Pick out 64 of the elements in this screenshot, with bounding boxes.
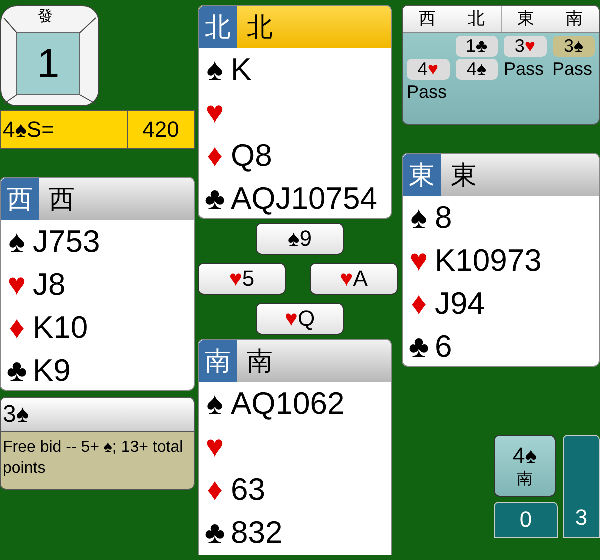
played-card: ♠9 [256,223,344,255]
auction-bid: 3♠ [552,36,595,57]
suit-symbol: ♥ [408,242,430,278]
score-tile: 0 [494,502,558,538]
suit-symbol: ♣ [204,514,226,550]
seat-badge: 西 [1,178,39,220]
played-card: ♥A [310,263,398,295]
card-list[interactable]: 8 [435,200,452,236]
auction-pass: Pass [406,82,448,103]
card-list[interactable]: K10973 [435,242,542,278]
card-list[interactable]: K9 [33,352,71,388]
dealer-label: 發 [38,8,53,26]
suit-symbol: ♣ [204,180,226,216]
card-list[interactable]: K [231,52,252,88]
seat-badge: 南 [199,340,237,382]
board-number: 1 [36,41,61,88]
auction-column-header: 西 [418,8,437,30]
played-card: ♥5 [198,263,286,295]
card-list[interactable]: 6 [435,328,452,364]
suit-symbol: ♠ [410,200,428,236]
suit-symbol: ♦ [206,138,224,174]
auction-pass: Pass [503,59,546,80]
contract-score: 420 [142,116,180,144]
seat-name: 南 [246,344,273,378]
suit-symbol: ♠ [206,52,224,88]
card-list[interactable]: Q8 [231,138,272,174]
bid-explanation: Free bid -- 5+ ♠; 13+ total points [3,439,184,477]
seat-name: 東 [450,158,477,192]
card-list[interactable]: J753 [33,224,100,260]
seat-name: 北 [246,10,273,44]
card-list[interactable]: AQJ10754 [231,180,378,216]
last-bid-seat: 南 [517,468,533,490]
suit-symbol: ♠ [206,386,224,422]
seat-badge: 東 [403,154,441,196]
suit-symbol: ♥ [6,266,28,302]
suit-symbol: ♦ [206,472,224,508]
suit-symbol: ♣ [408,328,430,364]
auction-bid: 3♥ [504,36,546,57]
seat-badge: 北 [199,6,237,48]
suit-symbol: ♠ [8,224,26,260]
auction-pass: Pass [552,59,594,80]
card-list[interactable]: 63 [231,472,266,508]
auction-column-header: 北 [467,8,486,30]
suit-symbol: ♦ [410,286,428,322]
auction-bid: 4♥ [407,59,450,80]
card-list[interactable]: J8 [33,266,66,302]
last-bid: 4♠ [513,442,537,468]
played-card: ♥Q [256,303,344,335]
score-tile: 3 [563,435,600,538]
suit-symbol: ♥ [204,428,226,464]
contract-text: 4♠S= [1,111,128,148]
auction-bid: 1♣ [456,36,498,57]
card-list[interactable]: 832 [231,514,283,550]
card-list[interactable]: J94 [435,286,485,322]
auction-bid: 4♠ [456,59,498,80]
seat-name: 西 [48,182,75,216]
suit-symbol: ♦ [8,310,26,346]
card-list[interactable]: AQ1062 [231,386,345,422]
auction-column-header: 南 [565,8,584,30]
suit-symbol: ♣ [6,352,28,388]
explained-bid: 3♠ [3,401,30,428]
suit-symbol: ♥ [204,94,226,130]
card-list[interactable]: K10 [33,310,88,346]
auction-column-header: 東 [501,6,550,32]
